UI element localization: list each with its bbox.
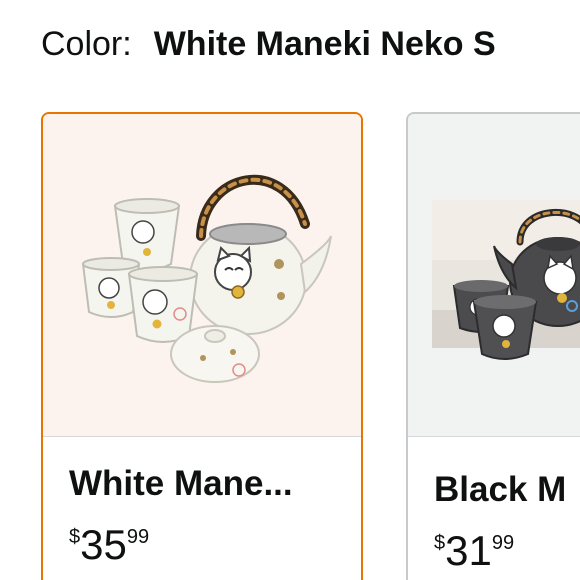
price-currency-symbol: $ — [69, 526, 81, 548]
price-fraction: 99 — [491, 532, 515, 554]
option-price: $3599 — [69, 522, 149, 568]
option-title: Black M — [434, 470, 567, 509]
option-title: White Mane... — [69, 464, 293, 503]
price-whole: 35 — [80, 521, 127, 568]
option-price: $3199 — [434, 528, 514, 574]
selected-color-value: White Maneki Neko S — [153, 25, 496, 63]
color-variation-selector: Color: White Maneki Neko S White Mane...… — [0, 0, 580, 580]
color-variation-header: Color: White Maneki Neko S — [41, 22, 496, 66]
white-maneki-neko-tea-set-photo — [43, 114, 361, 437]
black-maneki-neko-tea-set-photo — [408, 114, 580, 437]
color-label: Color: — [41, 25, 132, 63]
color-option-white[interactable]: White Mane... $3599 — [41, 112, 363, 580]
price-currency-symbol: $ — [434, 532, 446, 554]
price-whole: 31 — [445, 527, 492, 574]
price-fraction: 99 — [126, 526, 150, 548]
color-option-black[interactable]: Black M $3199 — [406, 112, 580, 580]
